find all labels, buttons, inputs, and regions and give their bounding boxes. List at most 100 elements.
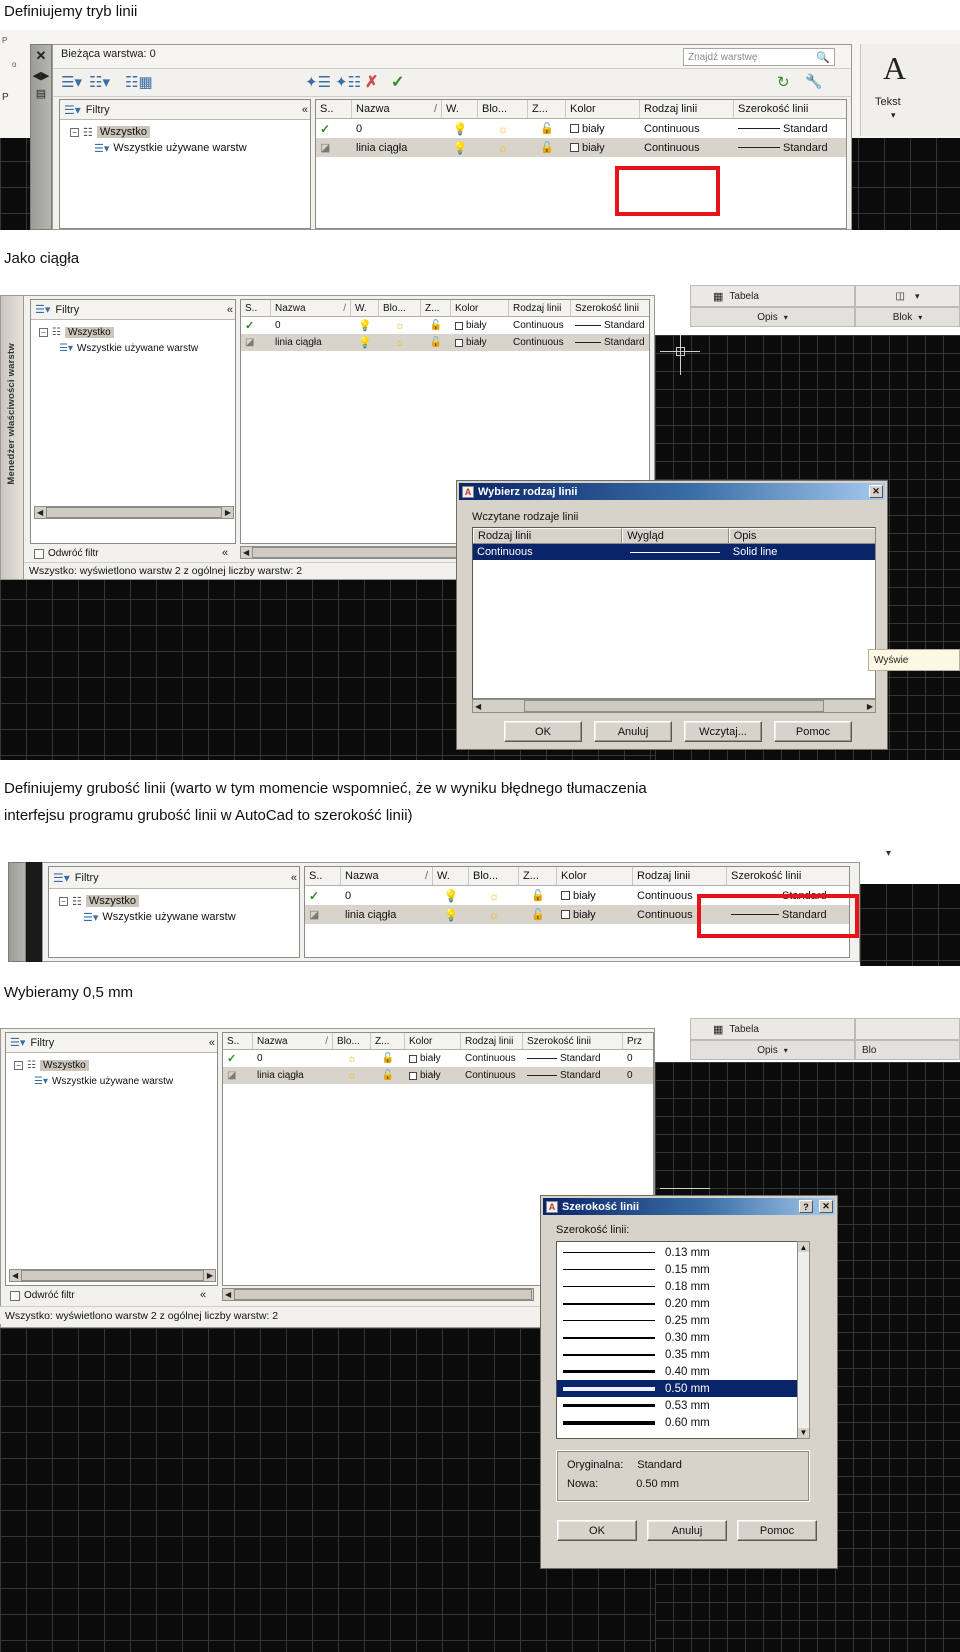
chevron-down-icon[interactable]: ▾ bbox=[915, 291, 920, 302]
close-icon[interactable]: ✕ bbox=[819, 1200, 833, 1213]
layer-table-hscrollbar[interactable]: ◀ bbox=[222, 1288, 534, 1301]
lightbulb-icon[interactable]: 💡 bbox=[358, 319, 372, 332]
tree-item-all-used[interactable]: ☰▾ Wszystkie używane warstw bbox=[14, 1073, 173, 1089]
block-icon[interactable]: ◫ bbox=[896, 291, 905, 302]
sun-icon[interactable]: ☼ bbox=[395, 337, 405, 349]
column-linetype[interactable]: Rodzaj linii bbox=[509, 300, 571, 316]
column-freeze[interactable]: Blo... bbox=[379, 300, 421, 316]
list-item[interactable]: 0.20 mm bbox=[557, 1295, 809, 1312]
lineweight-vscrollbar[interactable]: ▲ ▼ bbox=[797, 1241, 810, 1439]
chevron-down-icon[interactable]: ▾ bbox=[886, 848, 891, 859]
column-name[interactable]: Nazwa / bbox=[352, 100, 442, 118]
chevron-down-icon[interactable]: ▾ bbox=[784, 1046, 788, 1055]
column-lineweight[interactable]: Szerokość linii bbox=[571, 300, 649, 316]
chevron-double-left-icon[interactable]: « bbox=[302, 104, 308, 116]
column-lock[interactable]: Z... bbox=[371, 1033, 405, 1049]
column-status[interactable]: S.. bbox=[223, 1033, 253, 1049]
open-padlock-icon[interactable]: 🔓 bbox=[531, 908, 545, 921]
dialog-titlebar[interactable]: A Szerokość linii ? ✕ bbox=[543, 1198, 835, 1215]
table-row[interactable]: ✓ 0 ☼ 🔓 biały Continuous Standard 0 bbox=[223, 1050, 653, 1067]
layer-linetype[interactable]: Continuous bbox=[637, 909, 693, 921]
expand-collapse-icon[interactable]: − bbox=[59, 896, 68, 906]
column-freeze[interactable]: Blo... bbox=[469, 867, 519, 885]
scroll-left-icon[interactable]: ◀ bbox=[10, 1271, 20, 1280]
table-row[interactable]: ◪ linia ciągła 💡 ☼ 🔓 biały Continuous St… bbox=[316, 138, 846, 157]
lightbulb-icon[interactable]: 💡 bbox=[453, 122, 468, 136]
table-row[interactable]: ✓ 0 💡 ☼ 🔓 biały Continuous Standard bbox=[241, 317, 649, 334]
linetype-list[interactable]: Rodzaj linii Wygląd Opis Continuous Soli… bbox=[472, 527, 876, 699]
invert-filter-checkbox[interactable] bbox=[10, 1290, 20, 1301]
column-lock[interactable]: Z... bbox=[421, 300, 451, 316]
sun-icon[interactable]: ☼ bbox=[347, 1070, 357, 1082]
column-freeze[interactable]: Blo... bbox=[333, 1033, 371, 1049]
lightbulb-icon[interactable]: 💡 bbox=[444, 908, 459, 922]
filters-hscrollbar[interactable]: ◀ ▶ bbox=[34, 506, 234, 519]
layer-states-manager-icon[interactable]: ☷▦ bbox=[125, 73, 153, 91]
column-on[interactable]: W. bbox=[433, 867, 469, 885]
table-row[interactable]: ✓ 0 💡 ☼ 🔓 biały Continuous Standard bbox=[316, 119, 846, 138]
invert-filter-row[interactable]: Odwróć filtr bbox=[10, 1290, 75, 1301]
layer-linetype[interactable]: Continuous bbox=[513, 320, 564, 331]
column-appearance[interactable]: Wygląd bbox=[622, 528, 729, 543]
list-item[interactable]: 0.13 mm bbox=[557, 1244, 809, 1261]
column-lock[interactable]: Z... bbox=[519, 867, 557, 885]
sun-icon[interactable]: ☼ bbox=[489, 908, 500, 922]
dialog-titlebar[interactable]: A Wybierz rodzaj linii ✕ bbox=[459, 483, 885, 500]
question-mark-icon[interactable]: ? bbox=[799, 1200, 813, 1213]
tree-item-all[interactable]: − ☷ Wszystko bbox=[39, 324, 198, 340]
list-item[interactable]: Continuous Solid line bbox=[473, 544, 875, 560]
table-icon[interactable]: ▦ bbox=[713, 290, 723, 303]
chevron-double-left-icon[interactable]: « bbox=[200, 1289, 206, 1301]
scroll-right-icon[interactable]: ▶ bbox=[205, 1271, 215, 1280]
column-lock[interactable]: Z... bbox=[528, 100, 566, 118]
settings-icon[interactable]: 🔧 bbox=[805, 73, 822, 90]
open-padlock-icon[interactable]: 🔓 bbox=[382, 1070, 394, 1081]
ribbon-desc-label[interactable]: Opis bbox=[757, 1045, 778, 1056]
column-plot[interactable]: Prz bbox=[623, 1033, 653, 1049]
scroll-left-icon[interactable]: ◀ bbox=[473, 702, 483, 711]
filters-hscrollbar[interactable]: ◀ ▶ bbox=[9, 1269, 216, 1282]
chevron-down-icon[interactable]: ▾ bbox=[918, 313, 922, 322]
list-item[interactable]: 0.25 mm bbox=[557, 1312, 809, 1329]
column-name[interactable]: Nazwa / bbox=[271, 300, 351, 316]
new-group-filter-icon[interactable]: ☷▾ bbox=[89, 73, 110, 91]
tree-item-all[interactable]: − ☷ Wszystko bbox=[59, 893, 236, 909]
scroll-thumb[interactable] bbox=[21, 1270, 204, 1281]
new-property-filter-icon[interactable]: ☰▾ bbox=[61, 73, 82, 91]
column-linetype[interactable]: Rodzaj linii bbox=[461, 1033, 523, 1049]
layer-linetype[interactable]: Continuous bbox=[644, 123, 700, 135]
scroll-right-icon[interactable]: ▶ bbox=[223, 508, 233, 517]
set-current-layer-icon[interactable]: ✓ bbox=[391, 72, 404, 92]
layer-linetype[interactable]: Continuous bbox=[513, 337, 564, 348]
scroll-thumb[interactable] bbox=[234, 1289, 532, 1300]
scroll-left-icon[interactable]: ◀ bbox=[35, 508, 45, 517]
lightbulb-icon[interactable]: 💡 bbox=[444, 889, 459, 903]
column-lineweight[interactable]: Szerokość linii bbox=[734, 100, 846, 118]
invert-filter-checkbox[interactable] bbox=[34, 548, 44, 559]
open-padlock-icon[interactable]: 🔓 bbox=[531, 889, 545, 902]
list-item[interactable]: 0.15 mm bbox=[557, 1261, 809, 1278]
tree-item-all-used[interactable]: ☰▾ Wszystkie używane warstw bbox=[39, 340, 198, 356]
ribbon-block-label[interactable]: Blok bbox=[893, 312, 912, 323]
table-row[interactable]: ◪ linia ciągła ☼ 🔓 biały Continuous Stan… bbox=[223, 1067, 653, 1084]
cancel-button[interactable]: Anuluj bbox=[594, 721, 672, 742]
open-padlock-icon[interactable]: 🔓 bbox=[382, 1053, 394, 1064]
column-color[interactable]: Kolor bbox=[451, 300, 509, 316]
invert-filter-row[interactable]: Odwróć filtr bbox=[34, 548, 99, 559]
layer-lineweight[interactable]: Standard bbox=[560, 1053, 601, 1064]
column-description[interactable]: Opis bbox=[728, 528, 875, 543]
tree-item-all-used[interactable]: ☰▾ Wszystkie używane warstw bbox=[70, 140, 247, 156]
ribbon-desc-label[interactable]: Opis bbox=[757, 312, 778, 323]
layer-lineweight[interactable]: Standard bbox=[783, 123, 828, 135]
column-name[interactable]: Nazwa / bbox=[341, 867, 433, 885]
list-item[interactable]: 0.35 mm bbox=[557, 1346, 809, 1363]
tree-item-all-used[interactable]: ☰▾ Wszystkie używane warstw bbox=[59, 909, 236, 925]
text-tool-icon[interactable]: A bbox=[883, 50, 906, 87]
refresh-icon[interactable]: ↻ bbox=[777, 73, 790, 91]
chevron-double-left-icon[interactable]: « bbox=[227, 304, 233, 316]
column-lineweight[interactable]: Szerokość linii bbox=[727, 867, 849, 885]
panel-dock-bar[interactable]: ✕ ◀▶ ▤ bbox=[30, 44, 52, 230]
search-layer-input[interactable]: Znajdź warstwę 🔍 bbox=[683, 48, 835, 66]
scroll-thumb[interactable] bbox=[46, 507, 222, 518]
sun-icon[interactable]: ☼ bbox=[498, 141, 509, 155]
